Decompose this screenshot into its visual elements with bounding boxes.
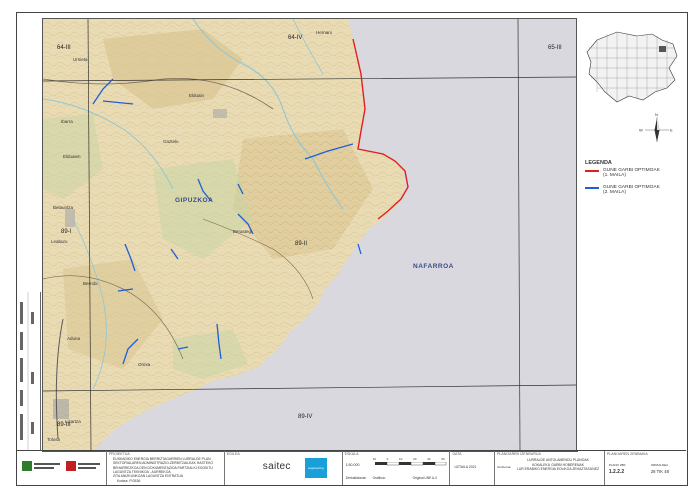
date-value: UZTAILA 2021	[454, 465, 477, 469]
scale-graphic-label: Grafikoa:	[372, 476, 386, 480]
sheet-label-64-iv: 64-IV	[288, 35, 303, 41]
scale-tick: 60	[441, 457, 445, 461]
plan-number-heading: PLANOAREN ZENBAKIA	[606, 452, 648, 456]
project-line: SEKTORIALAREN ADMINISTRAZIO-ZERBITZAILEA…	[113, 461, 213, 466]
government-logos	[22, 461, 100, 471]
date-heading: DATA	[452, 452, 462, 456]
map-panel[interactable]: 64-III 64-IV 65-III 89-I 89-II 89-III 89…	[42, 18, 578, 452]
legend-item-level2: GUNE GARBI OPTIMOAK (2. MAILA)	[585, 185, 660, 195]
side-panel: N S E W LEGENDA GUNE GARBI OPTIMOAK (1. …	[576, 18, 687, 450]
sheet-label-65-iii: 65-III	[548, 45, 562, 51]
map-svg	[43, 19, 577, 451]
revision-strip	[16, 292, 41, 450]
place-label: Berastegi	[233, 229, 253, 234]
place-label: Orexa	[138, 362, 151, 367]
place-label: Leaburu	[51, 239, 68, 244]
plan-number-label: PLANO ZBK	[608, 463, 626, 467]
svg-text:E: E	[670, 128, 673, 133]
page-label: ORRIALDEA	[650, 463, 669, 467]
sheet-label-64-iii: 64-III	[57, 45, 71, 51]
place-label: Elduain	[189, 93, 205, 98]
place-label: Elduaien	[63, 154, 81, 159]
legend-sublabel: (1. MAILA)	[603, 173, 626, 178]
svg-text:N: N	[655, 112, 658, 117]
project-heading: PROIEKTUA	[109, 452, 130, 456]
title-block: PROIEKTUA EUSKADIKO ENERGIA BERRIZTAGARR…	[16, 450, 686, 485]
place-label: Ibarra	[61, 119, 73, 124]
plan-title-heading: PLANOAREN IZENBURUA	[496, 452, 541, 456]
north-arrow-icon: N S E W	[639, 112, 673, 142]
sheet-label-89-i: 89-I	[61, 229, 72, 235]
scale-numeric-label: Zenbakidunak:	[345, 476, 367, 480]
plan-title-sub: Izenburua:	[496, 465, 512, 469]
author-cell: EGILEA saitec engineering	[225, 451, 343, 485]
legend-sublabel: (2. MAILA)	[603, 190, 626, 195]
legend-swatch-blue	[585, 187, 599, 189]
grid-line	[517, 19, 521, 451]
plan-title-cell: PLANOAREN IZENBURUA Izenburua: LURRALDE …	[495, 451, 605, 485]
author-logo-badge: engineering	[304, 458, 327, 478]
scale-tick: 10	[372, 457, 376, 461]
project-cell: PROIEKTUA EUSKADIKO ENERGIA BERRIZTAGARR…	[107, 451, 225, 485]
region-label-gipuzkoa: GIPUZKOA	[175, 197, 214, 204]
legend-title: LEGENDA	[585, 160, 612, 166]
place-label: Tolosa	[47, 437, 61, 442]
place-label: Belauntza	[53, 205, 74, 210]
date-cell: DATA UZTAILA 2021	[450, 451, 495, 485]
place-label: Urnieta	[73, 57, 88, 62]
plan-number-value: 1.2.2.2	[608, 469, 625, 475]
page-value: 28 TIK 48	[650, 469, 669, 474]
scale-tick: 0	[386, 457, 389, 461]
scale-cell: ESKALA 1:50.000 10 0 10 20 40 60 Zenbaki…	[343, 451, 451, 485]
sheet-label-89-iv: 89-IV	[298, 414, 313, 420]
legend-item-level1: GUNE GARBI OPTIMOAK (1. MAILA)	[585, 168, 660, 178]
project-line: ZITA ANIZKUNKOAN LAGUNTZA ENTRATUA	[113, 474, 183, 479]
scale-heading: ESKALA	[344, 452, 359, 456]
place-label: Gaztelu	[163, 139, 179, 144]
scale-tick: 20	[413, 457, 417, 461]
project-code: Kodea: P.0536	[117, 479, 141, 483]
place-label: Aduna	[67, 336, 81, 341]
place-label: Hernani	[316, 30, 332, 35]
plan-title-line: LUR ERABIKO ENERGIA EOLIKOA ZEHAZTASUNEZ	[516, 467, 600, 472]
logos-cell	[16, 451, 107, 485]
sheet-label-89-ii: 89-II	[295, 241, 308, 247]
plan-number-cell: PLANOAREN ZENBAKIA PLANO ZBK 1.2.2.2 ORR…	[605, 451, 686, 485]
scale-tick: 40	[427, 457, 431, 461]
legend-swatch-red	[585, 170, 599, 172]
scale-ticks: 10 0 10 20 40 60	[373, 457, 445, 461]
scale-bar	[374, 462, 446, 466]
author-logo-text: saitec	[262, 461, 291, 472]
scale-tick: 10	[399, 457, 403, 461]
scale-value: 1:50.000	[345, 463, 360, 467]
svg-text:W: W	[639, 128, 643, 133]
scale-original-label: Original UNE A-3	[412, 476, 437, 480]
author-heading: EGILEA	[226, 452, 240, 456]
region-label-nafarroa: NAFARROA	[413, 263, 454, 270]
locator-map: N S E W	[586, 31, 678, 142]
place-label: Berrobi	[83, 281, 98, 286]
place-label: Lizartza	[65, 419, 81, 424]
